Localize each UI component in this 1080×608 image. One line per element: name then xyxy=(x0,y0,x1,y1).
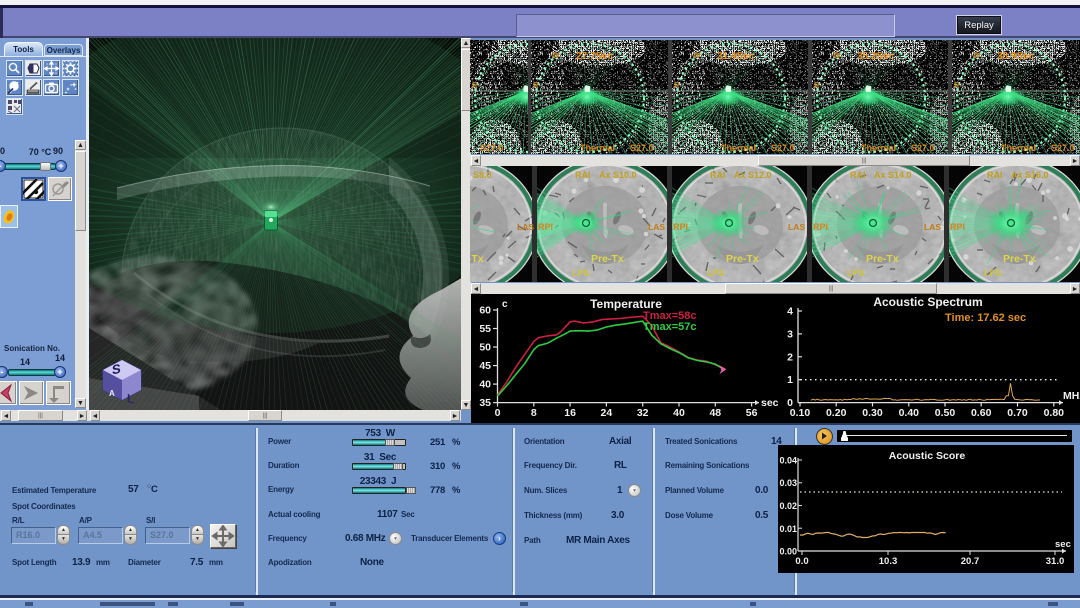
svg-text:Ax S8.0: Ax S8.0 xyxy=(470,170,492,180)
svg-text:31.4Sec: 31.4Sec xyxy=(717,51,755,62)
svg-text:R: R xyxy=(954,81,960,90)
svg-text:sec: sec xyxy=(761,397,779,409)
svg-text:16: 16 xyxy=(564,407,576,419)
svg-text:S27.0: S27.0 xyxy=(480,143,504,153)
svg-text:8: 8 xyxy=(531,407,537,419)
svg-text:RPI: RPI xyxy=(538,222,553,232)
svg-text:R: R xyxy=(472,81,478,90)
svg-text:RAI: RAI xyxy=(710,170,726,180)
svg-text:S27.0: S27.0 xyxy=(911,143,935,153)
svg-text:Ax S10.0: Ax S10.0 xyxy=(599,170,637,180)
svg-text:RAI: RAI xyxy=(850,170,866,180)
svg-text:W: W xyxy=(693,51,701,60)
svg-text:35: 35 xyxy=(479,397,491,409)
svg-text:sec: sec xyxy=(1055,539,1071,550)
svg-text:RPI: RPI xyxy=(813,222,828,232)
svg-text:Temperature: Temperature xyxy=(590,297,662,311)
svg-text:RAI: RAI xyxy=(575,170,591,180)
svg-text:0.03: 0.03 xyxy=(779,478,797,488)
svg-text:R: R xyxy=(533,81,539,90)
svg-text:0.10: 0.10 xyxy=(790,407,811,419)
svg-text:20.7: 20.7 xyxy=(961,556,980,567)
svg-text:c: c xyxy=(502,299,508,310)
svg-text:0: 0 xyxy=(495,407,501,419)
svg-text:Ax S16.0: Ax S16.0 xyxy=(1011,170,1049,180)
svg-text:Pre-Tx: Pre-Tx xyxy=(470,253,484,265)
svg-text:LPS: LPS xyxy=(984,268,1002,278)
svg-text:Acoustic Spectrum: Acoustic Spectrum xyxy=(873,295,982,309)
svg-text:R: R xyxy=(674,81,680,90)
svg-text:4: 4 xyxy=(787,306,793,318)
svg-text:Thermal: Thermal xyxy=(721,143,756,153)
svg-text:Thermal: Thermal xyxy=(861,143,896,153)
svg-text:Pre-Tx: Pre-Tx xyxy=(726,253,759,265)
svg-text:45: 45 xyxy=(479,360,491,372)
svg-text:Thermal: Thermal xyxy=(580,143,615,153)
svg-text:S: S xyxy=(112,361,121,377)
svg-text:38.9Sec: 38.9Sec xyxy=(997,51,1035,62)
svg-text:L: L xyxy=(127,391,135,407)
svg-text:RPI: RPI xyxy=(950,222,965,232)
svg-text:Pre-Tx: Pre-Tx xyxy=(866,253,899,265)
svg-text:A: A xyxy=(109,389,115,398)
svg-text:0.0: 0.0 xyxy=(795,556,808,567)
svg-text:W: W xyxy=(833,51,841,60)
svg-text:27.7Sec: 27.7Sec xyxy=(576,51,614,62)
svg-text:0.01: 0.01 xyxy=(779,524,797,534)
svg-text:RAI: RAI xyxy=(987,170,1003,180)
svg-text:0.02: 0.02 xyxy=(779,501,797,511)
svg-text:LPS: LPS xyxy=(847,268,865,278)
svg-text:Acoustic Score: Acoustic Score xyxy=(889,450,966,462)
svg-text:50: 50 xyxy=(479,342,491,354)
svg-text:0.70: 0.70 xyxy=(1007,407,1028,419)
svg-text:W: W xyxy=(973,51,981,60)
svg-text:R: R xyxy=(814,81,820,90)
svg-text:40: 40 xyxy=(673,407,685,419)
svg-text:LPS: LPS xyxy=(707,268,725,278)
svg-text:2: 2 xyxy=(787,351,793,363)
svg-text:MHz: MHz xyxy=(1063,390,1080,402)
svg-text:0.30: 0.30 xyxy=(862,407,883,419)
svg-text:Thermal: Thermal xyxy=(1001,143,1036,153)
svg-text:RPI: RPI xyxy=(673,222,688,232)
svg-text:1: 1 xyxy=(787,374,793,386)
svg-text:35.2Sec: 35.2Sec xyxy=(857,51,895,62)
svg-text:48: 48 xyxy=(709,407,721,419)
svg-text:S27.0: S27.0 xyxy=(771,143,795,153)
svg-text:0.40: 0.40 xyxy=(899,407,920,419)
svg-text:3: 3 xyxy=(787,328,793,340)
svg-text:Ax S12.0: Ax S12.0 xyxy=(734,170,772,180)
svg-text:Pre-Tx: Pre-Tx xyxy=(591,253,624,265)
svg-text:0.50: 0.50 xyxy=(935,407,956,419)
svg-text:55: 55 xyxy=(479,323,491,335)
svg-text:Time: 17.62 sec: Time: 17.62 sec xyxy=(945,312,1026,324)
svg-text:32: 32 xyxy=(637,407,649,419)
svg-text:56: 56 xyxy=(746,407,758,419)
svg-text:Ax S14.0: Ax S14.0 xyxy=(874,170,912,180)
svg-text:W: W xyxy=(552,51,560,60)
svg-text:31.0: 31.0 xyxy=(1046,556,1065,567)
svg-text:40: 40 xyxy=(479,379,491,391)
svg-text:S27.0: S27.0 xyxy=(630,143,654,153)
svg-text:0.20: 0.20 xyxy=(826,407,847,419)
svg-text:0.80: 0.80 xyxy=(1044,407,1065,419)
svg-text:0.04: 0.04 xyxy=(779,456,797,466)
svg-text:Tmax=57c: Tmax=57c xyxy=(643,321,697,333)
svg-text:24: 24 xyxy=(601,407,613,419)
svg-text:S27.0: S27.0 xyxy=(1051,143,1075,153)
svg-text:Pre-Tx: Pre-Tx xyxy=(1003,253,1036,265)
svg-text:0.00: 0.00 xyxy=(779,547,797,557)
svg-text:0.60: 0.60 xyxy=(971,407,992,419)
svg-text:60: 60 xyxy=(479,305,491,317)
svg-text:10.3: 10.3 xyxy=(879,556,898,567)
svg-text:LPS: LPS xyxy=(572,268,590,278)
